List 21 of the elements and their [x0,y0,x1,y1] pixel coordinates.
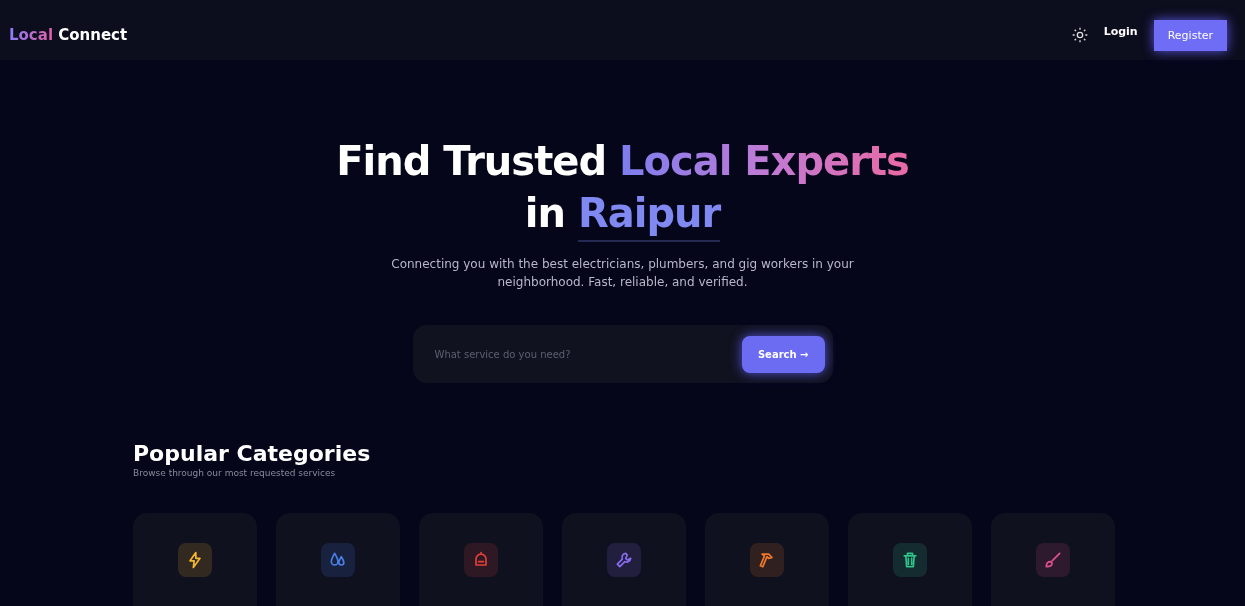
category-card[interactable] [705,513,829,606]
register-button[interactable]: Register [1153,19,1227,51]
category-card[interactable] [276,513,400,606]
hero-title-line: in Raipur [524,191,721,243]
logo-link[interactable]: Local Connect [9,26,128,44]
trash-icon [900,550,920,570]
category-card[interactable] [419,513,543,606]
category-card[interactable] [991,513,1115,606]
hero-title-line: Find Trusted Local Experts [336,139,909,186]
category-card[interactable] [848,513,972,606]
category-card[interactable] [562,513,686,606]
login-link[interactable]: Login [1103,24,1138,38]
section-subtitle: Browse through our most requested services [133,468,337,478]
category-card[interactable] [133,513,257,606]
section-title: Popular Categories [133,441,372,466]
search-field[interactable]: What service do you need? Search → [412,325,833,383]
theme-toggle-icon[interactable] [1071,27,1088,43]
hero-subtitle: Connecting you with the best electricians, plumbers, and gig workers in your neighborhood. Fast, reliable, and verified. [390,256,855,291]
paintbrush-icon [1043,550,1063,570]
wrench-icon [614,550,634,570]
search-button[interactable]: Search → [741,335,825,373]
